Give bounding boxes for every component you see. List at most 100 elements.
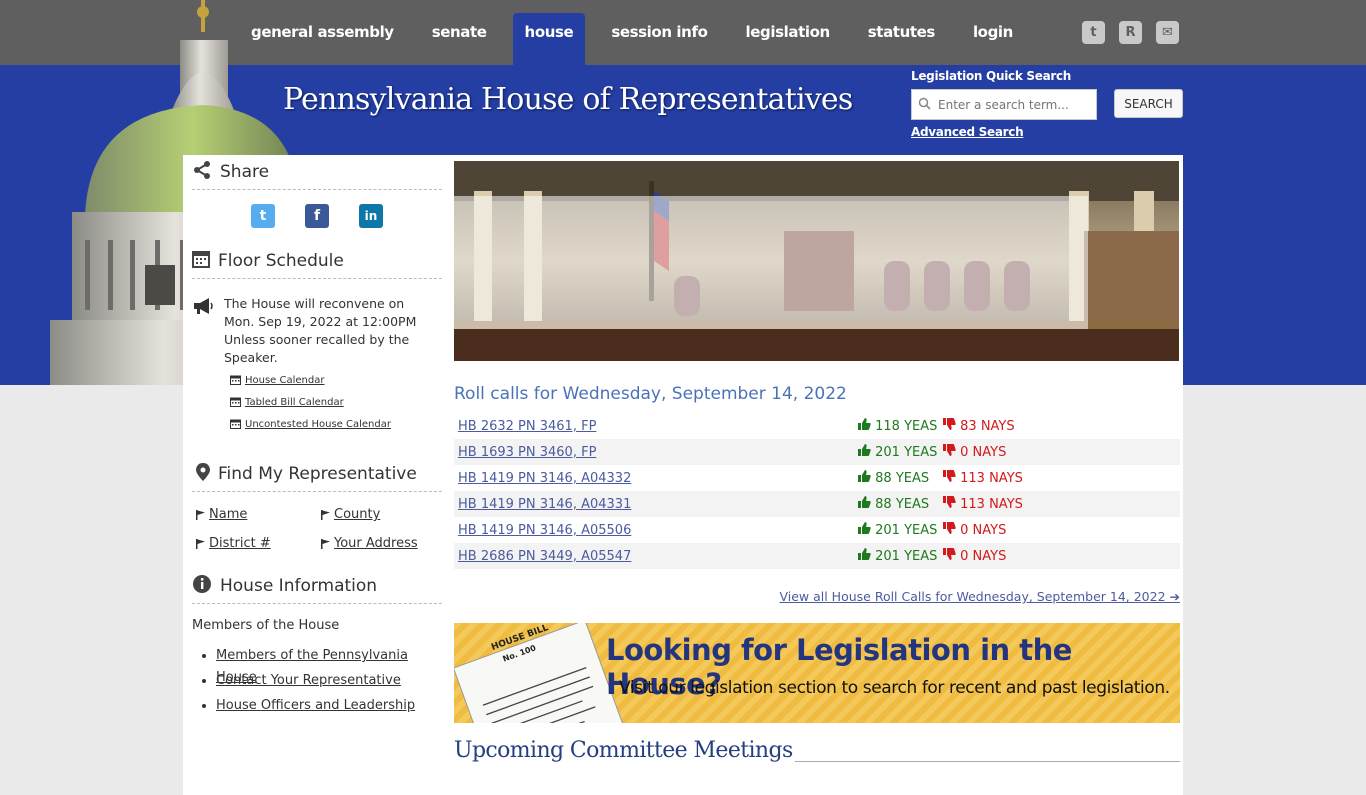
members-subheading: Members of the House — [192, 618, 340, 633]
roll-call-yeas: 88 YEAS — [858, 465, 943, 491]
house-info-heading: House Information — [192, 569, 442, 604]
search-icon — [918, 95, 931, 114]
roll-call-row: HB 1419 PN 3146, A05506 201 YEAS 0 NAYS — [454, 517, 1180, 543]
nays-count: 0 NAYS — [960, 549, 1007, 564]
sidebar: Share t f in Floor Schedule The House wi… — [192, 155, 442, 720]
find-rep-link[interactable]: District # — [196, 536, 321, 551]
megaphone-icon — [192, 295, 214, 367]
house-info-link[interactable]: Contact Your Representative — [216, 670, 442, 695]
roll-call-nays: 113 NAYS — [943, 491, 1180, 517]
promo-subtext: Visit our legislation section to search … — [619, 678, 1170, 698]
find-rep-link[interactable]: Your Address — [321, 536, 446, 551]
find-rep-link[interactable]: Name — [196, 507, 321, 522]
roll-call-nays: 0 NAYS — [943, 517, 1180, 543]
mail-icon[interactable]: ✉ — [1156, 21, 1179, 44]
find-rep-link-label: County — [334, 507, 381, 522]
nays-count: 113 NAYS — [960, 471, 1023, 486]
find-rep-heading: Find My Representative — [192, 457, 442, 492]
floor-schedule-body: The House will reconvene on Mon. Sep 19,… — [192, 279, 442, 367]
nav-legislation[interactable]: legislation — [726, 13, 848, 65]
calendar-link[interactable]: House Calendar — [230, 369, 442, 391]
linkedin-share-icon[interactable]: in — [359, 204, 383, 228]
share-title: Share — [220, 162, 270, 182]
facebook-share-icon[interactable]: f — [305, 204, 329, 228]
flag-icon — [321, 538, 330, 549]
roll-call-yeas: 118 YEAS — [858, 413, 943, 439]
house-info-title: House Information — [220, 576, 378, 596]
find-rep-link-label: Your Address — [334, 536, 418, 551]
upcoming-committee-title: Upcoming Committee Meetings — [454, 738, 793, 763]
thumbs-down-icon — [943, 418, 956, 430]
thumbs-down-icon — [943, 496, 956, 508]
flag-icon — [196, 509, 205, 520]
roll-call-bill-link[interactable]: HB 2632 PN 3461, FP — [454, 413, 858, 439]
quick-search-input[interactable] — [936, 96, 1090, 113]
calendar-link[interactable]: Uncontested House Calendar — [230, 413, 442, 435]
thumbs-up-icon — [858, 418, 871, 430]
info-icon — [192, 574, 212, 599]
share-buttons: t f in — [192, 190, 442, 244]
thumbs-down-icon — [943, 444, 956, 456]
thumbs-up-icon — [858, 470, 871, 482]
search-button[interactable]: SEARCH — [1114, 89, 1183, 118]
nays-count: 0 NAYS — [960, 523, 1007, 538]
legislation-promo-banner[interactable]: HOUSE BILL No. 100 Looking for Legislati… — [454, 623, 1180, 723]
nays-count: 113 NAYS — [960, 497, 1023, 512]
house-info-link[interactable]: Members of the Pennsylvania House — [216, 645, 442, 685]
yeas-count: 201 YEAS — [875, 523, 938, 538]
find-rep-link[interactable]: County — [321, 507, 446, 522]
nav-statutes[interactable]: statutes — [849, 13, 954, 65]
roll-call-row: HB 1419 PN 3146, A04332 88 YEAS 113 NAYS — [454, 465, 1180, 491]
thumbs-up-icon — [858, 496, 871, 508]
nav-senate[interactable]: senate — [413, 13, 506, 65]
quick-search-field[interactable] — [911, 89, 1097, 120]
house-chamber-image — [454, 161, 1179, 361]
roll-call-bill-link[interactable]: HB 1419 PN 3146, A04332 — [454, 465, 858, 491]
advanced-search-link[interactable]: Advanced Search — [911, 125, 1024, 139]
roll-call-yeas: 201 YEAS — [858, 439, 943, 465]
small-calendar-icon — [230, 419, 241, 429]
rss-icon[interactable]: R — [1119, 21, 1142, 44]
find-rep-title: Find My Representative — [218, 464, 417, 484]
roll-call-bill-link[interactable]: HB 1693 PN 3460, FP — [454, 439, 858, 465]
roll-call-yeas: 201 YEAS — [858, 543, 943, 569]
flag-icon — [196, 538, 205, 549]
roll-call-row: HB 2686 PN 3449, A05547 201 YEAS 0 NAYS — [454, 543, 1180, 569]
roll-call-bill-link[interactable]: HB 2686 PN 3449, A05547 — [454, 543, 858, 569]
map-pin-icon — [192, 462, 210, 486]
calendar-link[interactable]: Tabled Bill Calendar — [230, 391, 442, 413]
thumbs-down-icon — [943, 548, 956, 560]
yeas-count: 88 YEAS — [875, 471, 930, 486]
roll-call-row: HB 1693 PN 3460, FP 201 YEAS 0 NAYS — [454, 439, 1180, 465]
yeas-count: 118 YEAS — [875, 419, 938, 434]
yeas-count: 88 YEAS — [875, 497, 930, 512]
share-icon — [192, 160, 212, 185]
floor-schedule-title: Floor Schedule — [218, 251, 344, 271]
roll-call-bill-link[interactable]: HB 1419 PN 3146, A04331 — [454, 491, 858, 517]
roll-call-bill-link[interactable]: HB 1419 PN 3146, A05506 — [454, 517, 858, 543]
main-nav: general assembly senate house session info l… — [232, 13, 1032, 65]
view-all-roll-calls-link[interactable]: View all House Roll Calls for Wednesday,… — [779, 589, 1180, 604]
twitter-icon[interactable]: t — [1082, 21, 1105, 44]
arrow-right-icon: ➔ — [1169, 589, 1180, 604]
floor-schedule-heading: Floor Schedule — [192, 244, 442, 279]
roll-call-nays: 0 NAYS — [943, 439, 1180, 465]
roll-call-nays: 0 NAYS — [943, 543, 1180, 569]
floor-schedule-line1: The House will reconvene on — [224, 296, 405, 311]
twitter-share-icon[interactable]: t — [251, 204, 275, 228]
thumbs-up-icon — [858, 444, 871, 456]
flag-icon — [321, 509, 330, 520]
nav-house[interactable]: house — [512, 13, 586, 65]
house-info-link[interactable]: House Officers and Leadership — [216, 695, 442, 720]
thumbs-up-icon — [858, 548, 871, 560]
thumbs-down-icon — [943, 470, 956, 482]
nav-session-info[interactable]: session info — [592, 13, 726, 65]
thumbs-up-icon — [858, 522, 871, 534]
roll-call-nays: 83 NAYS — [943, 413, 1180, 439]
calendar-links: House Calendar Tabled Bill Calendar Uncont… — [192, 367, 442, 435]
roll-calls-title: Roll calls for Wednesday, September 14, … — [454, 384, 847, 404]
thumbs-down-icon — [943, 522, 956, 534]
house-info-links: Members of the Pennsylvania HouseContact… — [192, 645, 442, 720]
find-rep-links: Name County District # Your Address — [192, 492, 442, 551]
nav-login[interactable]: login — [954, 13, 1032, 65]
